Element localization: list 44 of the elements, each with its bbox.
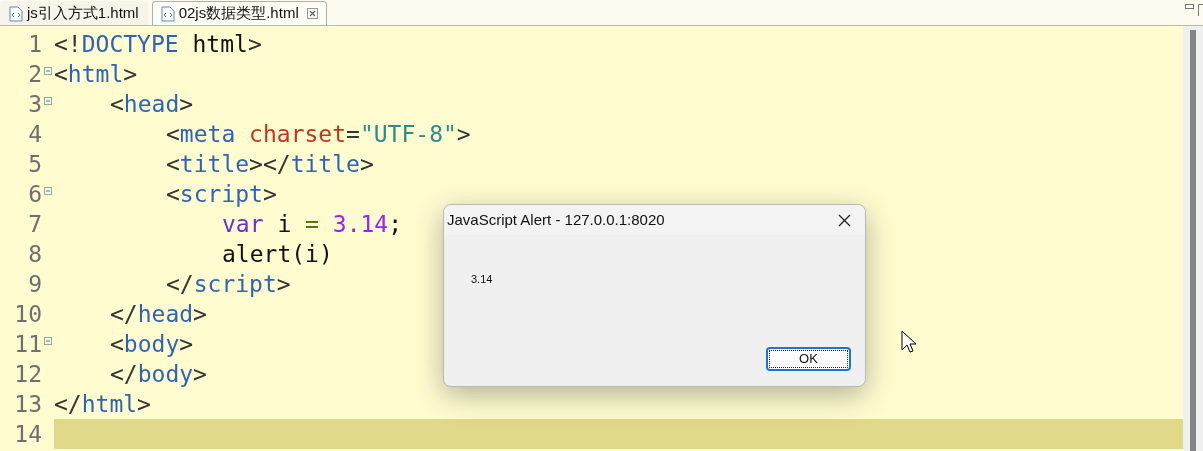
line-number: 6 xyxy=(27,180,43,209)
code-line: alert(i) xyxy=(221,240,333,269)
code-line: <body> xyxy=(109,330,194,359)
file-tab[interactable]: 02js数据类型.html xyxy=(151,1,327,25)
scrollbar-thumb[interactable] xyxy=(1190,30,1196,451)
line-number: 3 xyxy=(27,90,43,119)
minimize-icon[interactable] xyxy=(1185,4,1194,10)
line-number: 7 xyxy=(27,210,43,239)
file-tab[interactable]: js引入方式1.html xyxy=(0,1,148,25)
code-line: </body> xyxy=(109,360,207,389)
line-number: 2 xyxy=(27,60,43,89)
maximize-icon[interactable] xyxy=(1198,4,1203,16)
code-line: var i = 3.14; xyxy=(221,210,403,239)
line-number: 11 xyxy=(13,330,43,359)
line-number: 13 xyxy=(13,390,43,419)
vertical-scrollbar[interactable] xyxy=(1183,26,1203,451)
code-line: <html> xyxy=(54,60,138,89)
line-number: 12 xyxy=(13,360,43,389)
line-number: 8 xyxy=(27,240,43,269)
fold-icon[interactable] xyxy=(44,67,52,75)
fold-icon[interactable] xyxy=(44,97,52,105)
code-line: </head> xyxy=(109,300,207,329)
line-number: 14 xyxy=(13,420,43,449)
fold-icon[interactable] xyxy=(44,337,52,345)
code-line: <meta charset="UTF-8"> xyxy=(165,120,471,149)
line-number: 5 xyxy=(27,150,43,179)
ok-button[interactable]: OK xyxy=(766,347,851,371)
dialog-title: JavaScript Alert - 127.0.0.1:8020 xyxy=(447,209,665,230)
alert-message: 3.14 xyxy=(471,272,494,287)
line-number: 4 xyxy=(27,120,43,149)
line-number: 1 xyxy=(27,30,43,59)
mouse-pointer-icon xyxy=(901,330,916,354)
code-line: <title></title> xyxy=(165,150,374,179)
close-icon[interactable] xyxy=(838,213,851,227)
code-line: </script> xyxy=(165,270,291,299)
code-line: </html> xyxy=(54,390,151,419)
code-line: <head> xyxy=(109,90,194,119)
html-file-icon xyxy=(160,5,175,22)
code-line: <script> xyxy=(165,180,277,209)
line-number: 9 xyxy=(27,270,43,299)
line-number: 10 xyxy=(13,300,43,329)
html-file-icon xyxy=(9,5,23,22)
code-line: <!DOCTYPE html> xyxy=(54,30,262,59)
fold-icon[interactable] xyxy=(44,187,52,195)
